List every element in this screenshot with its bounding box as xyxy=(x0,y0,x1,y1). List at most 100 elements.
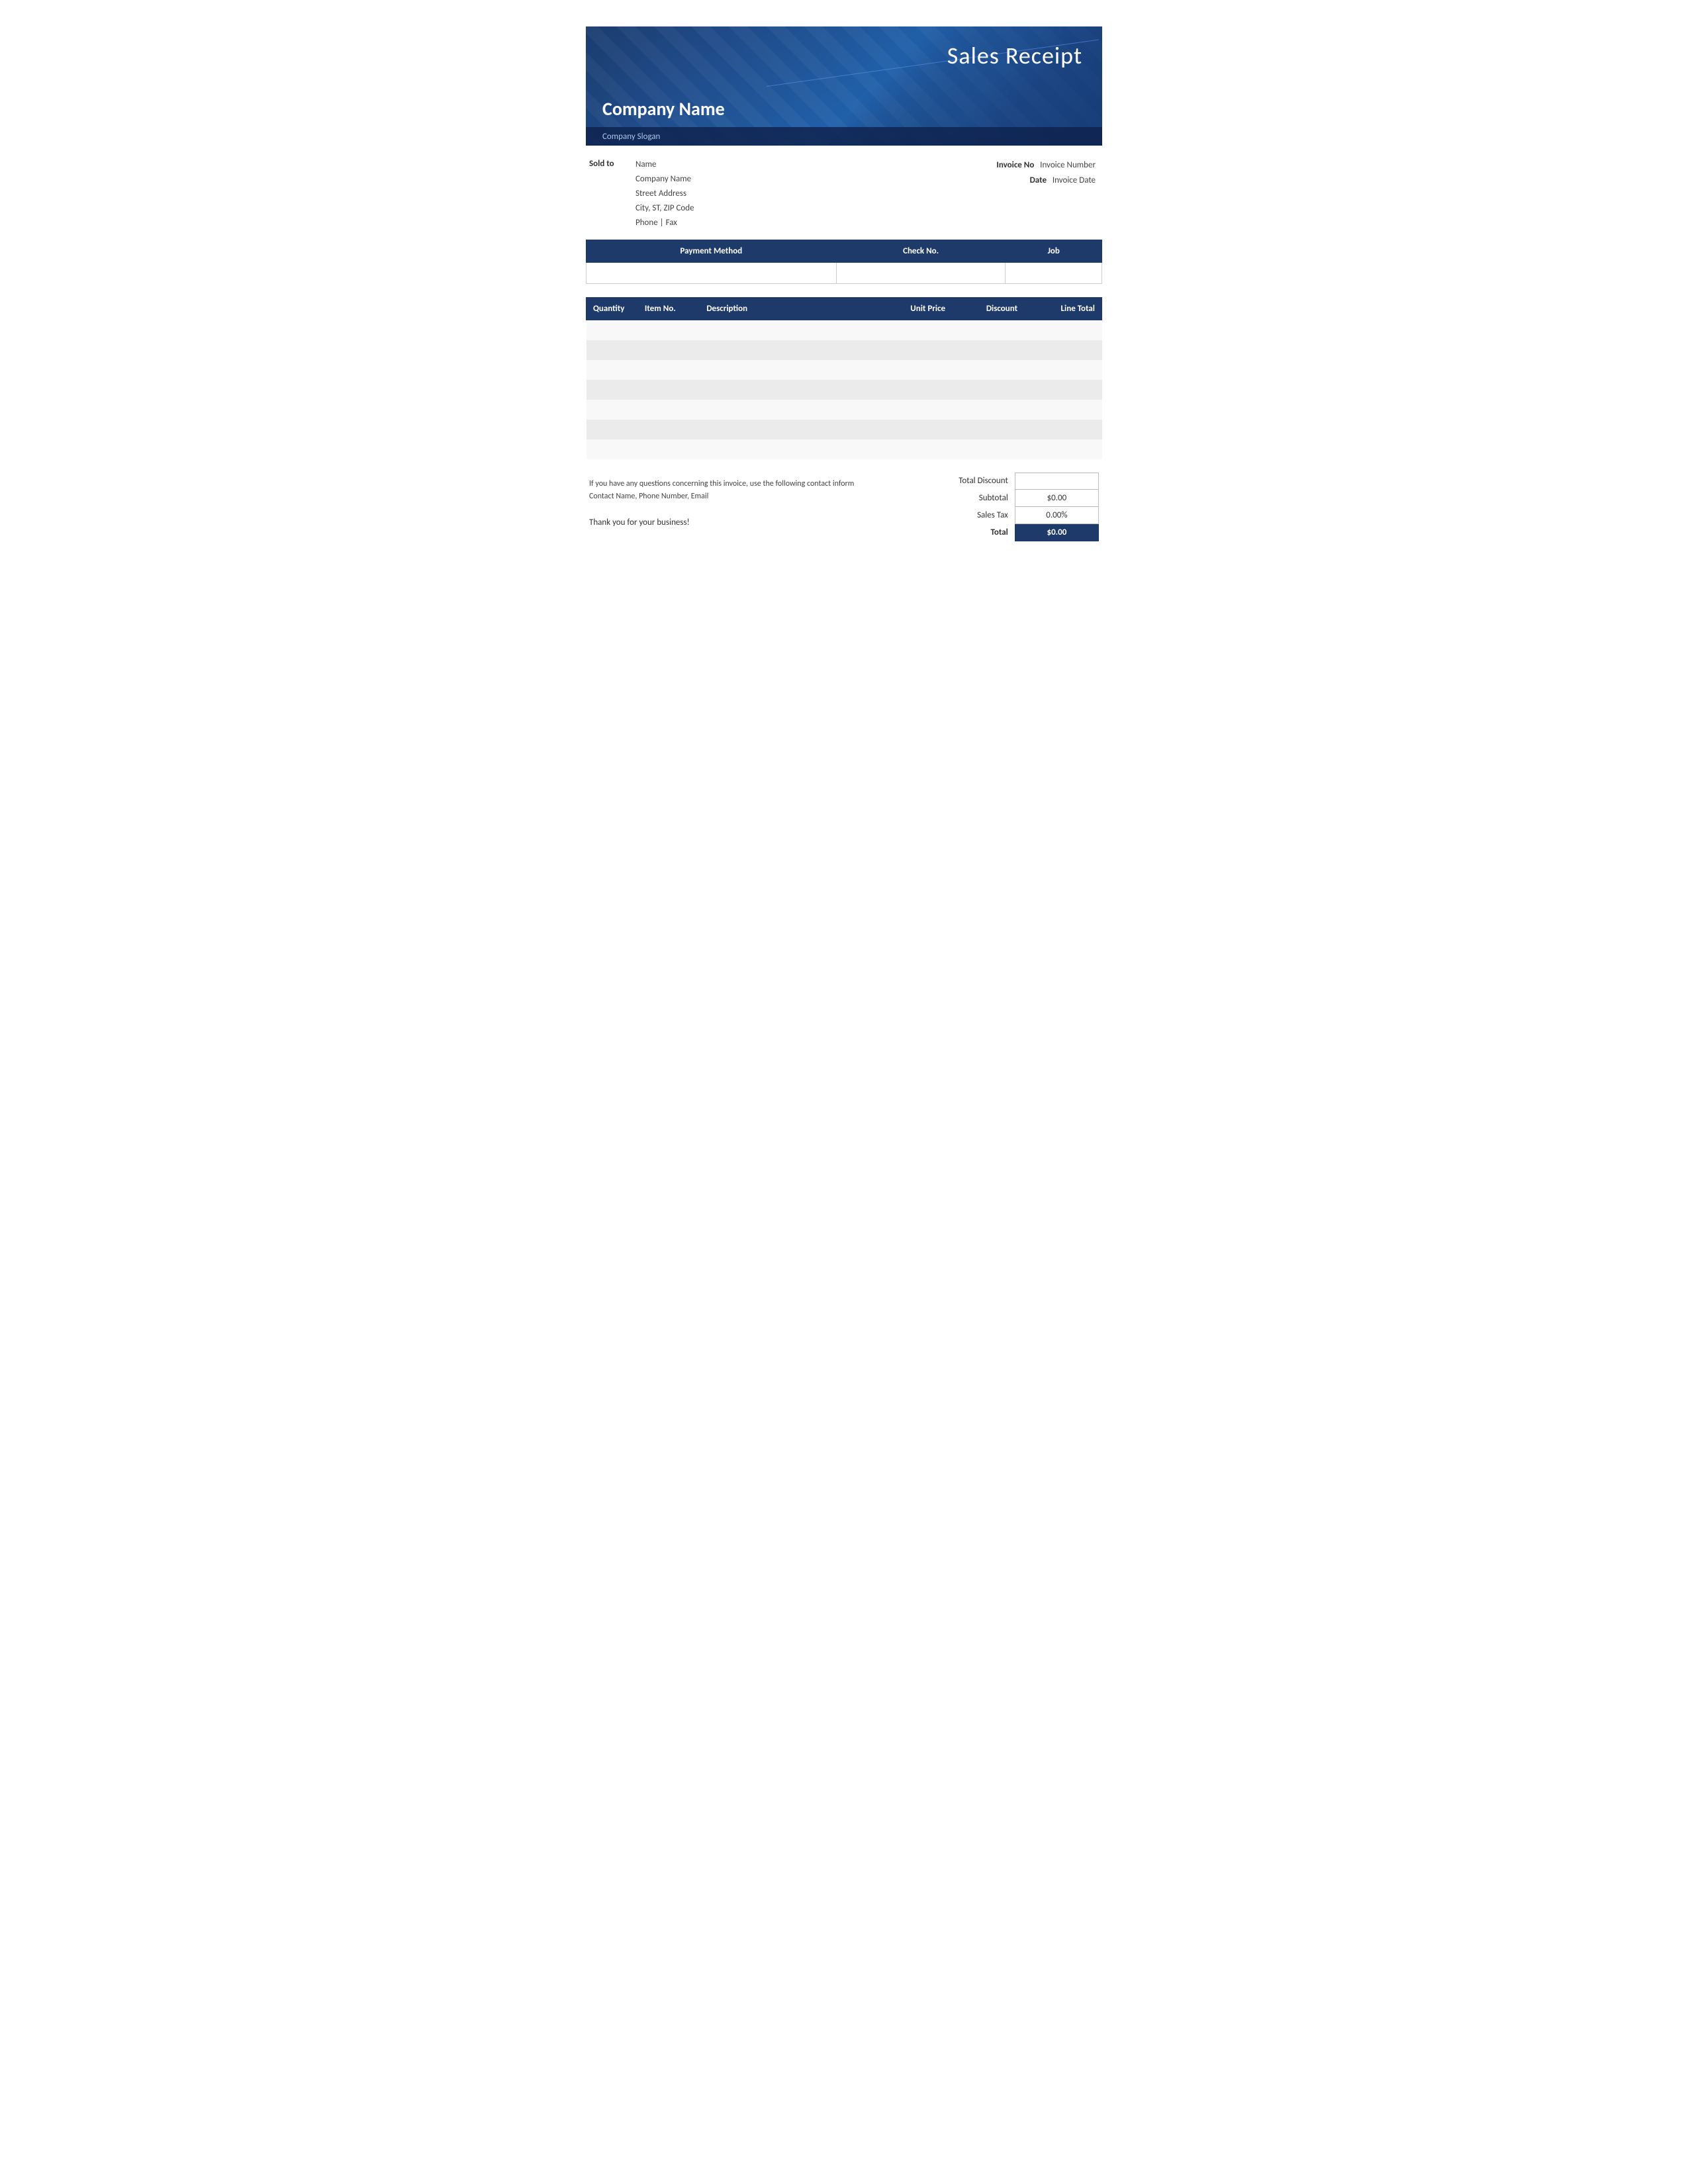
customer-phone-fax: Phone | Fax xyxy=(635,216,996,230)
customer-company: Company Name xyxy=(635,172,996,187)
thank-you-text: Thank you for your business! xyxy=(589,516,870,530)
discount-cell[interactable] xyxy=(953,400,1025,420)
discount-cell[interactable] xyxy=(953,340,1025,360)
total-row: Total $0.00 xyxy=(927,523,1099,541)
slogan-bar: Company Slogan xyxy=(586,127,1102,146)
item-no-cell[interactable] xyxy=(637,380,699,400)
desc-cell[interactable] xyxy=(700,360,880,380)
invoice-date-value: Invoice Date xyxy=(1053,175,1096,185)
desc-cell[interactable] xyxy=(700,320,880,340)
table-row xyxy=(586,420,1102,439)
table-row xyxy=(586,320,1102,340)
qty-cell[interactable] xyxy=(586,380,638,400)
discount-cell[interactable] xyxy=(953,439,1025,459)
unit-price-cell[interactable] xyxy=(880,400,953,420)
table-row xyxy=(586,360,1102,380)
invoice-number-row: Invoice No Invoice Number xyxy=(996,158,1096,173)
check-no-header: Check No. xyxy=(836,240,1006,263)
unit-price-cell[interactable] xyxy=(880,360,953,380)
unit-price-cell[interactable] xyxy=(880,380,953,400)
item-no-cell[interactable] xyxy=(637,439,699,459)
unit-price-header: Unit Price xyxy=(880,298,953,320)
total-discount-row: Total Discount xyxy=(927,473,1099,489)
desc-cell[interactable] xyxy=(700,400,880,420)
sold-to-label: Sold to xyxy=(589,158,635,230)
line-total-cell[interactable] xyxy=(1025,340,1102,360)
desc-cell[interactable] xyxy=(700,340,880,360)
payment-method-header: Payment Method xyxy=(586,240,837,263)
invoice-no-value: Invoice Number xyxy=(1040,160,1096,170)
qty-cell[interactable] xyxy=(586,320,638,340)
qty-cell[interactable] xyxy=(586,439,638,459)
company-name: Company Name xyxy=(602,97,725,120)
unit-price-cell[interactable] xyxy=(880,320,953,340)
discount-cell[interactable] xyxy=(953,420,1025,439)
document: Sales Receipt Company Name Company Sloga… xyxy=(586,26,1102,541)
item-no-header: Item No. xyxy=(637,298,699,320)
table-row xyxy=(586,340,1102,360)
qty-cell[interactable] xyxy=(586,420,638,439)
sold-to-section: Sold to Name Company Name Street Address… xyxy=(586,158,1102,230)
invoice-no-label: Invoice No xyxy=(996,160,1034,170)
sales-tax-value[interactable]: 0.00% xyxy=(1015,506,1098,523)
line-total-cell[interactable] xyxy=(1025,360,1102,380)
line-total-cell[interactable] xyxy=(1025,400,1102,420)
customer-address: Street Address xyxy=(635,187,996,201)
company-slogan: Company Slogan xyxy=(602,132,660,142)
desc-cell[interactable] xyxy=(700,420,880,439)
unit-price-cell[interactable] xyxy=(880,439,953,459)
item-no-cell[interactable] xyxy=(637,320,699,340)
table-row xyxy=(586,380,1102,400)
total-value: $0.00 xyxy=(1015,523,1098,541)
table-row xyxy=(586,400,1102,420)
sales-tax-label: Sales Tax xyxy=(927,506,1015,523)
totals-table: Total Discount Subtotal $0.00 Sales Tax … xyxy=(927,473,1099,541)
header: Sales Receipt Company Name Company Sloga… xyxy=(586,26,1102,146)
discount-cell[interactable] xyxy=(953,380,1025,400)
qty-cell[interactable] xyxy=(586,400,638,420)
total-discount-label: Total Discount xyxy=(927,473,1015,489)
footer-section: If you have any questions concerning thi… xyxy=(586,473,1102,541)
line-total-cell[interactable] xyxy=(1025,439,1102,459)
line-total-cell[interactable] xyxy=(1025,420,1102,439)
invoice-date-row: Date Invoice Date xyxy=(996,173,1096,188)
description-header: Description xyxy=(700,298,880,320)
discount-cell[interactable] xyxy=(953,320,1025,340)
document-title: Sales Receipt xyxy=(947,41,1082,70)
invoice-date-label: Date xyxy=(1030,175,1047,185)
invoice-info: Invoice No Invoice Number Date Invoice D… xyxy=(996,158,1099,230)
contact-text: If you have any questions concerning thi… xyxy=(589,478,870,490)
qty-cell[interactable] xyxy=(586,360,638,380)
desc-cell[interactable] xyxy=(700,380,880,400)
check-no-cell[interactable] xyxy=(836,263,1006,284)
footer-notes: If you have any questions concerning thi… xyxy=(589,473,870,530)
subtotal-value: $0.00 xyxy=(1015,489,1098,506)
sales-tax-row: Sales Tax 0.00% xyxy=(927,506,1099,523)
job-header: Job xyxy=(1006,240,1102,263)
sold-to-details: Name Company Name Street Address City, S… xyxy=(635,158,996,230)
items-table: Quantity Item No. Description Unit Price… xyxy=(586,297,1102,459)
subtotal-row: Subtotal $0.00 xyxy=(927,489,1099,506)
customer-city-state-zip: City, ST, ZIP Code xyxy=(635,201,996,216)
total-label: Total xyxy=(927,523,1015,541)
item-no-cell[interactable] xyxy=(637,360,699,380)
line-total-header: Line Total xyxy=(1025,298,1102,320)
item-no-cell[interactable] xyxy=(637,420,699,439)
unit-price-cell[interactable] xyxy=(880,420,953,439)
desc-cell[interactable] xyxy=(700,439,880,459)
qty-cell[interactable] xyxy=(586,340,638,360)
discount-cell[interactable] xyxy=(953,360,1025,380)
item-no-cell[interactable] xyxy=(637,340,699,360)
customer-name: Name xyxy=(635,158,996,172)
payment-method-cell[interactable] xyxy=(586,263,837,284)
job-cell[interactable] xyxy=(1006,263,1102,284)
payment-row xyxy=(586,263,1102,284)
item-no-cell[interactable] xyxy=(637,400,699,420)
subtotal-label: Subtotal xyxy=(927,489,1015,506)
qty-header: Quantity xyxy=(586,298,638,320)
line-total-cell[interactable] xyxy=(1025,320,1102,340)
line-total-cell[interactable] xyxy=(1025,380,1102,400)
total-discount-value[interactable] xyxy=(1015,473,1098,489)
table-row xyxy=(586,439,1102,459)
unit-price-cell[interactable] xyxy=(880,340,953,360)
